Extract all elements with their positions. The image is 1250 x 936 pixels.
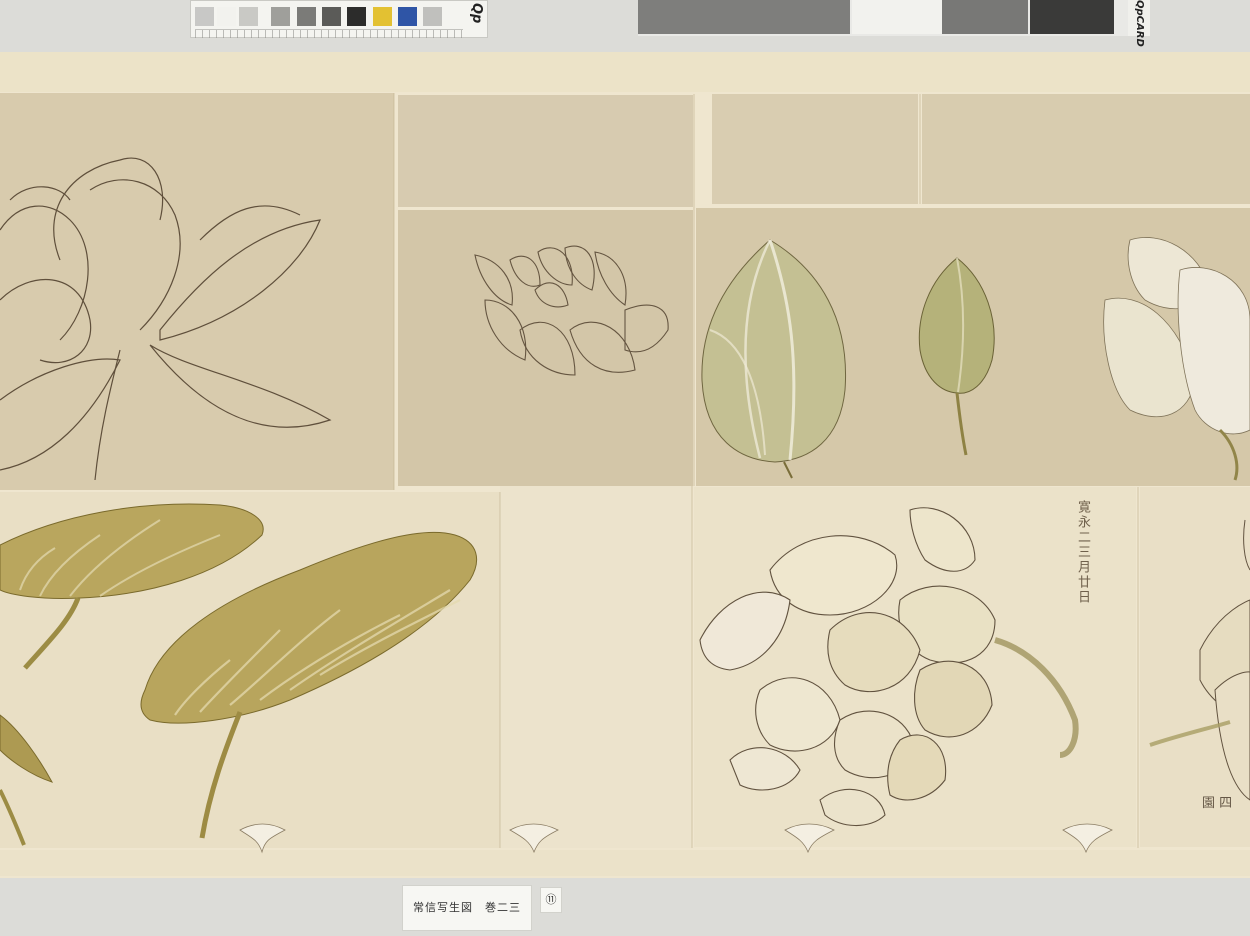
gray-patch (638, 0, 850, 34)
ruler-scale (195, 29, 463, 38)
color-swatch (297, 7, 316, 26)
panel-blank (500, 486, 692, 848)
artist-seal: 園 四 (1202, 796, 1233, 811)
card-brand-label: Qp (469, 3, 484, 24)
color-swatch (322, 7, 341, 26)
panel-top-strip (398, 95, 693, 207)
color-swatch (217, 7, 236, 26)
lotus-scroll-scene (0, 52, 1250, 878)
plate-number-label: ⑪ (540, 887, 562, 913)
color-reference-card: Qp (190, 0, 488, 38)
caption-label: 常信写生図 巻二三 (402, 885, 532, 931)
color-swatch (347, 7, 366, 26)
calligraphy-inscription: 寛永二三月廿日 (1075, 500, 1090, 605)
gray-patch (1030, 0, 1114, 34)
color-swatch (271, 7, 290, 26)
gray-scale-card: QpCARD (638, 0, 1150, 47)
color-swatch (195, 7, 214, 26)
color-swatch (239, 7, 258, 26)
gray-patch (942, 0, 1028, 34)
color-swatch (373, 7, 392, 26)
color-swatch (423, 7, 442, 26)
gray-patch (852, 0, 942, 34)
panel-lotus-outline (0, 93, 394, 490)
gray-card-brand-label: QpCARD (1128, 0, 1150, 47)
color-swatch (398, 7, 417, 26)
panel-lotus-sketch (398, 210, 693, 486)
